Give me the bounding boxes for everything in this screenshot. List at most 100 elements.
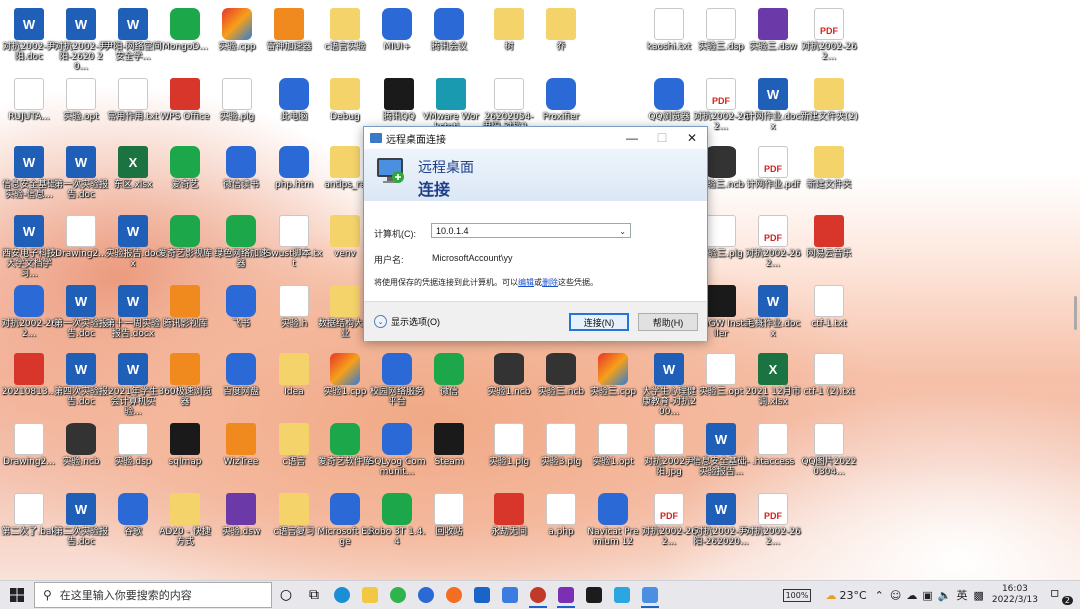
desktop-icon[interactable]: 实验1.opt: [584, 420, 642, 490]
desktop-icon[interactable]: Idea: [265, 350, 323, 420]
chevron-down-icon[interactable]: ⌄: [619, 224, 626, 239]
desktop-icon[interactable]: sqlmap: [156, 420, 214, 490]
desktop-icon[interactable]: c语言实验: [316, 5, 374, 75]
app-tray-icon[interactable]: ▩: [973, 589, 983, 602]
desktop-icon[interactable]: 绿色网络加速器: [212, 212, 270, 282]
desktop-icon[interactable]: W 信息安全基础实验-信息...: [0, 143, 58, 213]
network-icon[interactable]: ▣: [922, 589, 932, 602]
desktop-icon[interactable]: W 对抗2002-尹阳-2620 20...: [52, 5, 110, 75]
desktop-icon[interactable]: W 2021年学生会计算机实验...: [104, 350, 162, 420]
desktop-icon[interactable]: W 大学生心理健康教育-对抗200...: [640, 350, 698, 420]
desktop-icon[interactable]: 百度网盘: [212, 350, 270, 420]
desktop-icon[interactable]: 对抗2002尹阳.jpg: [640, 420, 698, 490]
desktop-icon[interactable]: W 毛概作业.docx: [744, 282, 802, 352]
desktop-icon[interactable]: Steam: [420, 420, 478, 490]
desktop-icon[interactable]: 微信读书: [212, 143, 270, 213]
help-button[interactable]: 帮助(H): [638, 313, 698, 331]
desktop-icon[interactable]: W 第十一周实验报告.docx: [104, 282, 162, 352]
weather-icon[interactable]: ☁: [825, 589, 836, 602]
desktop-icon[interactable]: 实验三.cpp: [584, 350, 642, 420]
desktop-icon[interactable]: Drawing2...: [52, 212, 110, 282]
desktop-icon[interactable]: X 2021 12月市调.xlsx: [744, 350, 802, 420]
desktop-icon[interactable]: W 对抗2002-尹阳-262020...: [692, 490, 750, 560]
desktop-icon[interactable]: Swust脚本.txt: [265, 212, 323, 282]
desktop-icon[interactable]: W 信息安全基础-实验报告...: [692, 420, 750, 490]
desktop-icon[interactable]: 实验.ncb: [52, 420, 110, 490]
desktop-icon[interactable]: a.php: [532, 490, 590, 560]
desktop-icon[interactable]: 乔: [532, 5, 590, 75]
dialog-titlebar[interactable]: 远程桌面连接 — ☐ ✕: [364, 127, 707, 149]
chevron-up-icon[interactable]: ⌃: [875, 589, 884, 602]
right-scrollbar[interactable]: [1074, 296, 1077, 330]
desktop-icon[interactable]: PDF 计网作业.pdf: [744, 143, 802, 213]
edit-link[interactable]: 编辑: [518, 278, 534, 287]
desktop-icon[interactable]: 网易云音乐: [800, 212, 858, 282]
taskbar-vpn-icon[interactable]: [609, 582, 635, 608]
desktop-icon[interactable]: 飞书: [212, 282, 270, 352]
taskbar-pinned-icon[interactable]: [525, 582, 551, 608]
desktop-icon[interactable]: W 实验报告.docx: [104, 212, 162, 282]
desktop-icon[interactable]: 实验1.cpp: [316, 350, 374, 420]
desktop-icon[interactable]: W 第二次实验报告.doc: [52, 490, 110, 560]
windows-start-icon[interactable]: [0, 581, 34, 609]
desktop-icon[interactable]: Drawing2...: [0, 420, 58, 490]
show-options-toggle[interactable]: ⌄ 显示选项(O): [374, 315, 440, 328]
desktop-icon[interactable]: c语言: [265, 420, 323, 490]
desktop-icon[interactable]: WPS Office: [156, 75, 214, 145]
desktop-icon[interactable]: 谷歌: [104, 490, 162, 560]
desktop-icon[interactable]: ctf-1 (2).txt: [800, 350, 858, 420]
desktop-icon[interactable]: 实验.cpp: [208, 5, 266, 75]
minimize-icon[interactable]: —: [617, 127, 647, 149]
cloud-icon[interactable]: ☁: [906, 589, 917, 602]
desktop-icon[interactable]: WizTree: [212, 420, 270, 490]
taskbar-pycharm-icon[interactable]: [581, 582, 607, 608]
desktop-icon[interactable]: PDF 对抗2002-262...: [800, 5, 858, 75]
desktop-icon[interactable]: c语言复习: [265, 490, 323, 560]
taskbar-search[interactable]: ⚲ 在这里输入你要搜索的内容: [34, 582, 272, 608]
desktop-icon[interactable]: W 第一次实验报告.doc: [52, 282, 110, 352]
desktop-icon[interactable]: 实验3.plg: [532, 420, 590, 490]
desktop-icon[interactable]: 此电脑: [265, 75, 323, 145]
desktop-icon[interactable]: PDF 对抗2002-262...: [744, 212, 802, 282]
clock[interactable]: 16:03 2022/3/13: [992, 584, 1038, 606]
taskbar-onenote-icon[interactable]: [553, 582, 579, 608]
desktop-icon[interactable]: PDF 对抗2002-262...: [744, 490, 802, 560]
desktop-icon[interactable]: 实验.opt: [52, 75, 110, 145]
desktop-icon[interactable]: 实验.h: [265, 282, 323, 352]
delete-link[interactable]: 删除: [542, 278, 558, 287]
desktop-icon[interactable]: 回收站: [420, 490, 478, 560]
ime-indicator[interactable]: 英: [956, 587, 967, 603]
taskbar-explorer-icon[interactable]: [357, 582, 383, 608]
desktop-icon[interactable]: 实验1.ncb: [480, 350, 538, 420]
desktop-icon[interactable]: 新建文件夹(2): [800, 75, 858, 145]
battery-icon[interactable]: 100%: [782, 588, 812, 602]
desktop-icon[interactable]: W 对抗2002-尹阳.doc: [0, 5, 58, 75]
taskbar-feishu-icon[interactable]: [497, 582, 523, 608]
connect-button[interactable]: 连接(N): [569, 313, 629, 331]
desktop-icon[interactable]: MongoD...: [156, 5, 214, 75]
desktop-icon[interactable]: 爱奇艺软件库: [316, 420, 374, 490]
desktop-icon[interactable]: W 西安电子科技大学文档学习...: [0, 212, 58, 282]
desktop-icon[interactable]: QQ图片20220304...: [800, 420, 858, 490]
weather-temp[interactable]: 23°C: [839, 589, 866, 602]
desktop-icon[interactable]: 校园网络服务平台: [368, 350, 426, 420]
desktop-icon[interactable]: 爱奇艺: [156, 143, 214, 213]
desktop-icon[interactable]: ctf-1.txt: [800, 282, 858, 352]
desktop-icon[interactable]: 腾讯会议: [420, 5, 478, 75]
taskbar-firefox-icon[interactable]: [441, 582, 467, 608]
desktop-icon[interactable]: W 计网作业.docx: [744, 75, 802, 145]
desktop-icon[interactable]: 实验三.dsp: [692, 5, 750, 75]
desktop-icon[interactable]: 实验.dsp: [104, 420, 162, 490]
desktop-icon[interactable]: 爱奇艺影视库: [156, 212, 214, 282]
desktop-icon[interactable]: 实验.dsw: [212, 490, 270, 560]
cortana-icon[interactable]: ○: [273, 582, 299, 608]
desktop-icon[interactable]: kaoshi.txt: [640, 5, 698, 75]
desktop-icon[interactable]: 对抗2002-262...: [0, 282, 58, 352]
taskbar-edge-icon[interactable]: [329, 582, 355, 608]
volume-icon[interactable]: 🔈: [938, 589, 952, 602]
desktop-icon[interactable]: 新建文件夹: [800, 143, 858, 213]
taskbar-lark-icon[interactable]: [413, 582, 439, 608]
desktop-icon[interactable]: X 东区.xlsx: [104, 143, 162, 213]
desktop-icon[interactable]: 360极速浏览器: [156, 350, 214, 420]
desktop-icon[interactable]: Navicat Premium 12: [584, 490, 642, 560]
